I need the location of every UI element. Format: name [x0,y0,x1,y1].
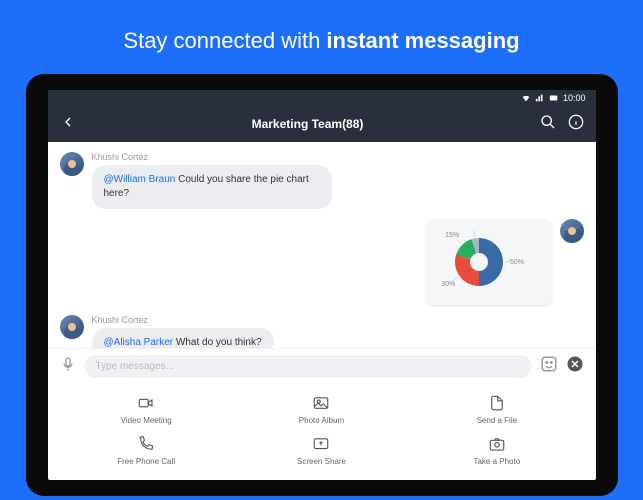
photo-icon [312,394,330,412]
chat-title: Marketing Team(88) [76,117,540,131]
back-button[interactable] [60,114,76,135]
screenshare-icon [312,435,330,453]
status-bar: 10:00 [48,90,596,106]
pie-label: 15% [445,232,459,239]
mention[interactable]: @Alisha Parker [104,337,174,348]
sender-name: Khushi Cortez [92,315,274,325]
message-row: 50% 30% 15% 5% [60,219,584,305]
chevron-left-icon [60,114,76,130]
action-label: Free Phone Call [117,457,175,466]
action-label: Screen Share [297,457,346,466]
promo-text-plain: Stay connected with [123,28,326,53]
emoji-icon [540,355,558,373]
status-time: 10:00 [563,93,586,103]
screen: 10:00 Marketing Team(88) Khushi Cortez [48,90,596,480]
sender-name: Khushi Cortez [92,152,332,162]
battery-icon [549,93,559,103]
avatar[interactable] [60,315,84,339]
pie-label: 5% [467,227,477,228]
phone-call-button[interactable]: Free Phone Call [60,431,233,470]
info-button[interactable] [568,114,584,135]
phone-icon [137,435,155,453]
search-icon [540,114,556,130]
chat-area: Khushi Cortez @William Braun Could you s… [48,142,596,348]
mention[interactable]: @William Braun [104,174,176,185]
action-label: Take a Photo [473,457,520,466]
wifi-icon [521,93,531,103]
pie-label: 30% [441,281,455,288]
close-button[interactable] [566,355,584,378]
close-icon [566,355,584,373]
action-label: Send a File [477,416,517,425]
message-row: Khushi Cortez @William Braun Could you s… [60,152,584,209]
signal-icon [535,93,545,103]
action-grid: Video Meeting Photo Album Send a File Fr… [48,384,596,480]
video-icon [137,394,155,412]
promo-banner: Stay connected with instant messaging [0,0,643,74]
microphone-icon [60,356,76,372]
message-input[interactable]: Type messages... [84,355,532,378]
take-photo-button[interactable]: Take a Photo [410,431,583,470]
screen-share-button[interactable]: Screen Share [235,431,408,470]
pie-label: 50% [509,259,523,266]
header: Marketing Team(88) [48,106,596,142]
send-file-button[interactable]: Send a File [410,390,583,429]
message-text: What do you think? [173,337,261,348]
action-label: Video Meeting [121,416,172,425]
video-meeting-button[interactable]: Video Meeting [60,390,233,429]
search-button[interactable] [540,114,556,135]
chart-attachment[interactable]: 50% 30% 15% 5% [426,219,552,305]
action-label: Photo Album [299,416,344,425]
pie-chart: 50% 30% 15% 5% [434,227,544,297]
message-bubble[interactable]: @Alisha Parker What do you think? [92,328,274,348]
camera-icon [488,435,506,453]
tablet-frame: 10:00 Marketing Team(88) Khushi Cortez [26,74,618,496]
photo-album-button[interactable]: Photo Album [235,390,408,429]
promo-text-bold: instant messaging [326,28,519,53]
input-bar: Type messages... [48,348,596,384]
avatar[interactable] [60,152,84,176]
message-bubble[interactable]: @William Braun Could you share the pie c… [92,165,332,209]
info-icon [568,114,584,130]
avatar[interactable] [560,219,584,243]
file-icon [488,394,506,412]
emoji-button[interactable] [540,355,558,378]
voice-button[interactable] [60,356,76,377]
message-row: Khushi Cortez @Alisha Parker What do you… [60,315,584,348]
